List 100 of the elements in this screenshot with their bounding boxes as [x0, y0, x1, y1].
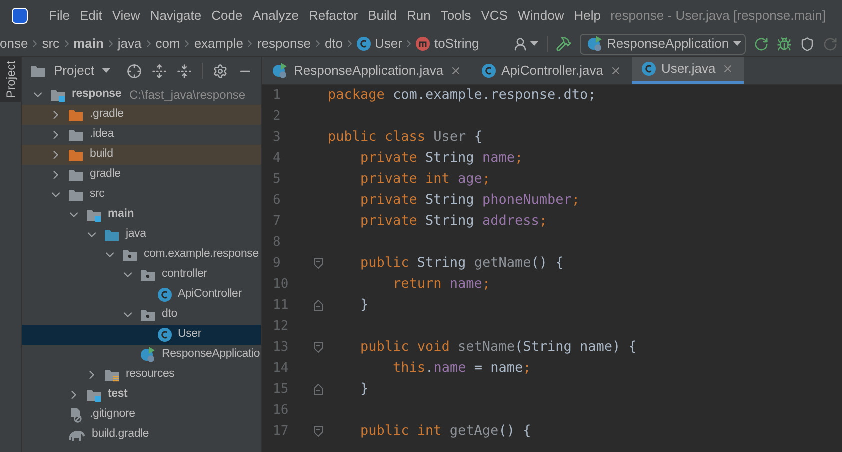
- tree-item[interactable]: test: [22, 385, 261, 405]
- breadcrumb-item[interactable]: onse: [0, 34, 28, 54]
- tree-item[interactable]: build.gradle: [22, 425, 261, 445]
- line-number: 12: [272, 318, 290, 336]
- code-line: this.name = name;: [392, 359, 532, 378]
- folder-icon: [104, 228, 120, 242]
- menu-item[interactable]: Analyze: [248, 6, 304, 26]
- code-line: package com.example.response.dto;: [328, 86, 596, 106]
- line-number: 13: [272, 338, 290, 357]
- settings-icon[interactable]: [213, 64, 228, 78]
- breadcrumb-item[interactable]: java: [118, 34, 142, 54]
- tree-item[interactable]: build: [22, 145, 261, 165]
- editor-tab[interactable]: ApiController.java: [472, 57, 632, 84]
- breadcrumb-item[interactable]: dto: [324, 34, 344, 54]
- tree-item[interactable]: User: [22, 325, 261, 345]
- tree-item[interactable]: .gradle: [22, 105, 261, 125]
- caret-icon: [530, 41, 539, 47]
- menu-item[interactable]: Edit: [74, 6, 108, 26]
- folder-icon: [86, 388, 102, 402]
- folder-icon: [50, 88, 66, 102]
- folder-icon: [122, 248, 138, 262]
- close-icon[interactable]: [722, 63, 734, 75]
- caret-icon: [102, 68, 112, 74]
- line-number: 7: [272, 212, 282, 231]
- breadcrumb-item[interactable]: response: [257, 34, 311, 54]
- breadcrumb-item[interactable]: toString: [434, 34, 480, 54]
- fold-icon[interactable]: [314, 300, 322, 311]
- code-line: private String name;: [360, 149, 524, 168]
- breadcrumb-item[interactable]: example: [194, 34, 244, 54]
- line-number: 9: [272, 254, 282, 273]
- line-number: 14: [272, 360, 290, 378]
- shield-icon[interactable]: [800, 36, 815, 52]
- tree-item[interactable]: resources: [22, 365, 261, 385]
- tree-item[interactable]: com.example.response: [22, 245, 261, 265]
- bug-icon[interactable]: [777, 36, 792, 52]
- run-class-icon: [272, 62, 288, 78]
- run-configuration-dropdown[interactable]: ResponseApplication: [580, 34, 746, 54]
- tree-item[interactable]: .gitignore: [22, 405, 261, 425]
- tree-item[interactable]: java: [22, 225, 261, 245]
- class-icon: [158, 328, 172, 342]
- menu-item[interactable]: Refactor: [304, 6, 364, 26]
- tree-item[interactable]: controller: [22, 265, 261, 285]
- folder-icon: [104, 368, 120, 382]
- editor-tab[interactable]: User.java: [632, 57, 744, 84]
- tree-item[interactable]: src: [22, 185, 261, 205]
- line-number: 11: [272, 296, 290, 315]
- breadcrumb-item[interactable]: main: [74, 34, 104, 54]
- fold-icon[interactable]: [314, 384, 322, 395]
- code-line: return name;: [392, 275, 491, 294]
- close-icon[interactable]: [450, 64, 462, 76]
- menu-item[interactable]: Run: [402, 6, 436, 26]
- fold-icon[interactable]: [314, 342, 322, 353]
- run-class-icon: [587, 36, 603, 52]
- folder-icon: [140, 268, 156, 282]
- menu-item[interactable]: File: [44, 6, 75, 26]
- tree-item-label: response: [72, 87, 122, 102]
- user-icon[interactable]: [513, 36, 528, 52]
- tree-item[interactable]: main: [22, 205, 261, 225]
- menu-item[interactable]: Help: [569, 6, 606, 26]
- menu-item[interactable]: VCS: [476, 6, 513, 26]
- menu-item[interactable]: Window: [512, 6, 570, 26]
- project-tool-tab[interactable]: Project: [0, 57, 21, 102]
- close-icon[interactable]: [610, 64, 622, 76]
- menu-item[interactable]: Code: [206, 6, 248, 26]
- folder-icon: [30, 64, 46, 78]
- crosshair-icon[interactable]: [127, 64, 142, 78]
- breadcrumb-item[interactable]: User: [375, 34, 402, 54]
- app-logo-icon: [12, 8, 28, 24]
- breadcrumb-item[interactable]: src: [42, 34, 60, 54]
- tree-item[interactable]: ResponseApplicatio: [22, 345, 261, 365]
- tree-item[interactable]: ApiController: [22, 285, 261, 305]
- menu-item[interactable]: Navigate: [145, 6, 207, 26]
- code-line: private String phoneNumber;: [360, 191, 580, 210]
- menu-item[interactable]: Build: [363, 6, 402, 26]
- menu-item[interactable]: Tools: [436, 6, 476, 26]
- fold-icon[interactable]: [314, 426, 322, 437]
- hammer-icon[interactable]: [556, 36, 572, 52]
- code-line: private String address;: [360, 212, 548, 232]
- breadcrumb-item[interactable]: com: [156, 34, 180, 54]
- code-line: }: [360, 380, 369, 400]
- rerun-icon[interactable]: [754, 36, 769, 52]
- collapse-all-icon[interactable]: [177, 64, 192, 78]
- editor-tab[interactable]: ResponseApplication.java: [262, 57, 472, 84]
- caret-icon: [733, 41, 742, 47]
- code-line: public int getAge() {: [360, 422, 532, 442]
- line-number: 16: [272, 402, 290, 420]
- code-line: }: [360, 296, 369, 316]
- tree-item[interactable]: gradle: [22, 165, 261, 185]
- tree-item[interactable]: dto: [22, 305, 261, 325]
- panel-title-dropdown[interactable]: Project: [54, 61, 94, 81]
- menu-item[interactable]: View: [107, 6, 146, 26]
- method-icon: [416, 37, 430, 51]
- tree-item-label: controller: [162, 267, 208, 282]
- expand-all-icon[interactable]: [152, 64, 167, 78]
- tree-item-label: resources: [126, 367, 175, 382]
- tree-item[interactable]: response C:\fast_java\response: [22, 85, 261, 105]
- fold-icon[interactable]: [314, 258, 322, 269]
- line-number: 8: [272, 234, 282, 252]
- tree-item[interactable]: .idea: [22, 125, 261, 145]
- tree-item-label: main: [108, 207, 134, 222]
